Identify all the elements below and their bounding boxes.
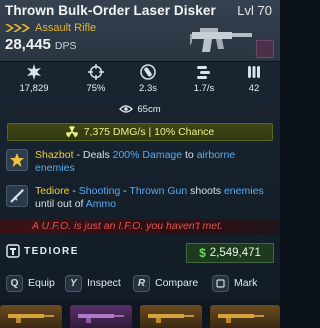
spread-row: 65cm: [0, 101, 280, 117]
stat-magazine: 42: [234, 64, 274, 94]
stat-fire-rate: 1.7/s: [184, 64, 224, 94]
item-badge: [256, 40, 274, 58]
dps-row: 28,445 DPS: [5, 36, 76, 53]
flavor-text-bar: A U.F.O. is just an I.F.O. you haven't m…: [0, 219, 280, 234]
flavor-text: A U.F.O. is just an I.F.O. you haven't m…: [32, 220, 223, 232]
compare-key: R: [133, 274, 150, 292]
inspect-action[interactable]: Y Inspect: [65, 274, 121, 292]
inventory-item[interactable]: [140, 305, 202, 328]
perk-tediore: Tediore - Shooting - Thrown Gun shoots e…: [6, 185, 274, 215]
manufacturer-logo: TEDIORE: [6, 241, 86, 261]
inspect-label: Inspect: [87, 277, 121, 289]
inspect-key: Y: [65, 274, 82, 292]
reload-time-icon: [140, 64, 156, 80]
currency-icon: $: [199, 246, 206, 260]
perk-shazbot: Shazbot - Deals 200% Damage to airborne …: [6, 149, 274, 179]
element-damage-text: 7,375 DMG/s | 10% Chance: [83, 126, 215, 138]
equip-label: Equip: [28, 277, 55, 289]
item-card: Thrown Bulk-Order Laser Disker Lvl 70 As…: [0, 0, 280, 328]
mark-action[interactable]: Mark: [212, 274, 257, 292]
rarity-row: Assault Rifle: [5, 22, 96, 34]
inventory-item[interactable]: [0, 305, 62, 328]
thrown-gun-icon: [6, 185, 28, 207]
item-header: Thrown Bulk-Order Laser Disker Lvl 70 As…: [0, 0, 280, 62]
weapon-type: Assault Rifle: [35, 22, 97, 34]
compare-action[interactable]: R Compare: [133, 274, 198, 292]
price-value: 2,549,471: [209, 247, 261, 259]
damage-icon: [27, 64, 41, 80]
action-bar: Q Equip Y Inspect R Compare Mark: [0, 274, 280, 292]
perk-shazbot-name: Shazbot: [35, 149, 74, 161]
fire-rate-icon: [197, 66, 210, 79]
perk-tediore-name: Tediore: [35, 185, 70, 197]
weapon-thumb-icon: [78, 314, 124, 323]
mark-key-icon: [212, 274, 229, 292]
stat-accuracy-value: 75%: [86, 83, 106, 94]
dps-value: 28,445: [5, 36, 51, 53]
inventory-strip: [0, 301, 280, 328]
stat-reload-value: 2.3s: [139, 83, 157, 94]
price-box: $ 2,549,471: [186, 243, 274, 263]
assault-rifle-icon: [190, 28, 252, 52]
weapon-thumb-icon: [148, 314, 194, 323]
equip-action[interactable]: Q Equip: [6, 274, 55, 292]
perk-shazbot-text: Shazbot - Deals 200% Damage to airborne …: [35, 149, 236, 174]
stat-magazine-value: 42: [248, 83, 260, 94]
dps-label: DPS: [54, 40, 77, 52]
perk-tediore-text: Tediore - Shooting - Thrown Gun shoots e…: [35, 185, 264, 210]
manufacturer-name: TEDIORE: [24, 245, 79, 257]
stat-reload: 2.3s: [128, 64, 168, 94]
spread-value: 65cm: [137, 103, 161, 115]
stat-accuracy: 75%: [76, 64, 116, 94]
inventory-item[interactable]: [210, 305, 280, 328]
spread-icon: [119, 105, 134, 113]
mark-label: Mark: [234, 277, 258, 289]
weapon-thumb-icon: [8, 314, 54, 323]
stat-damage: 17,829: [14, 64, 54, 94]
item-level: Lvl 70: [237, 3, 272, 18]
element-banner: 7,375 DMG/s | 10% Chance: [7, 123, 273, 141]
rarity-chevrons-icon: [5, 24, 30, 32]
inventory-item[interactable]: [70, 305, 132, 328]
stats-row: 17,829 75% 2.3s 1.7/s 42: [0, 64, 280, 98]
magazine-icon: [248, 66, 260, 78]
equip-key: Q: [6, 274, 23, 292]
weapon-thumb-icon: [218, 314, 264, 323]
tediore-logo-icon: [6, 244, 20, 258]
weapon-name: Thrown Bulk-Order Laser Disker: [5, 3, 216, 18]
accuracy-crosshair-icon: [88, 64, 104, 80]
radiation-icon: [65, 126, 78, 138]
stat-damage-value: 17,829: [19, 83, 49, 94]
compare-label: Compare: [155, 277, 199, 289]
stat-fire-rate-value: 1.7/s: [193, 83, 215, 94]
shazbot-star-icon: [6, 149, 28, 171]
